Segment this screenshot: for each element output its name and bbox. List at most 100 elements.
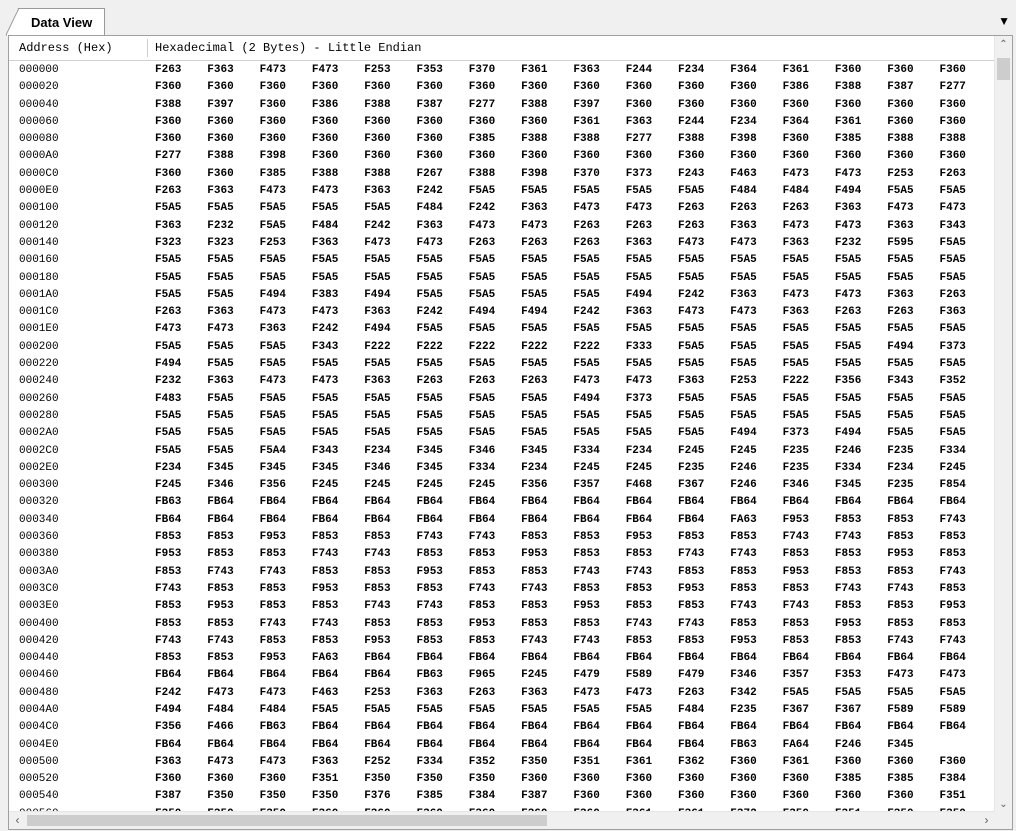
hex-value[interactable]: F5A5 <box>626 252 652 269</box>
hex-value[interactable]: F494 <box>626 287 652 304</box>
hex-value[interactable]: F242 <box>312 321 338 338</box>
hex-value[interactable]: F363 <box>626 114 652 131</box>
hex-value[interactable]: F363 <box>417 218 443 235</box>
hex-value[interactable]: F353 <box>417 62 443 79</box>
hex-value[interactable]: FB64 <box>521 737 547 754</box>
hex-value[interactable]: F345 <box>312 460 338 477</box>
hex-value[interactable]: F5A5 <box>730 321 756 338</box>
hex-value[interactable]: F473 <box>940 200 966 217</box>
hex-value[interactable]: F360 <box>521 771 547 788</box>
hex-value[interactable]: F743 <box>417 598 443 615</box>
hex-value[interactable]: FB64 <box>783 494 809 511</box>
hex-value[interactable]: F473 <box>260 304 286 321</box>
hex-value[interactable]: F334 <box>469 460 495 477</box>
hex-value[interactable]: FB64 <box>312 719 338 736</box>
hex-value[interactable]: F5A5 <box>312 200 338 217</box>
hex-value[interactable]: F5A5 <box>260 425 286 442</box>
hex-value[interactable]: F242 <box>469 200 495 217</box>
hex-value[interactable]: F5A5 <box>364 356 390 373</box>
hex-value[interactable]: F473 <box>573 373 599 390</box>
hex-value[interactable]: F361 <box>783 62 809 79</box>
hex-value[interactable]: F473 <box>940 667 966 684</box>
hex-value[interactable]: F345 <box>417 443 443 460</box>
hex-value[interactable]: F277 <box>626 131 652 148</box>
hex-value[interactable]: F5A5 <box>312 391 338 408</box>
hex-value[interactable]: F360 <box>155 114 181 131</box>
hex-value[interactable]: F350 <box>207 788 233 805</box>
hex-value[interactable]: F853 <box>835 598 861 615</box>
hex-value[interactable]: F342 <box>730 685 756 702</box>
hex-value[interactable]: F5A5 <box>940 408 966 425</box>
hex-value[interactable]: F853 <box>364 616 390 633</box>
hex-value[interactable]: F388 <box>312 166 338 183</box>
hex-value[interactable]: F364 <box>730 62 756 79</box>
hex-value[interactable]: F5A5 <box>469 702 495 719</box>
hex-value[interactable]: F5A5 <box>260 200 286 217</box>
hex-value[interactable]: F350 <box>469 771 495 788</box>
hex-value[interactable]: F263 <box>940 166 966 183</box>
hex-value[interactable]: F343 <box>940 218 966 235</box>
hex-value[interactable]: F360 <box>626 148 652 165</box>
hex-value[interactable]: F5A5 <box>155 287 181 304</box>
hex-value[interactable]: F360 <box>783 771 809 788</box>
hex-value[interactable]: F388 <box>573 131 599 148</box>
hex-value[interactable]: F743 <box>940 564 966 581</box>
hex-value[interactable]: F853 <box>678 529 704 546</box>
hex-value[interactable]: F360 <box>312 131 338 148</box>
hex-value[interactable]: F360 <box>207 79 233 96</box>
hex-value[interactable]: F5A5 <box>730 270 756 287</box>
hex-value[interactable]: F494 <box>364 287 390 304</box>
hex-value[interactable]: FB64 <box>940 494 966 511</box>
hex-value[interactable]: F244 <box>678 114 704 131</box>
hex-value[interactable]: FB64 <box>155 512 181 529</box>
hex-value[interactable]: F5A5 <box>312 408 338 425</box>
hex-value[interactable]: F5A5 <box>260 356 286 373</box>
hex-value[interactable]: F360 <box>312 148 338 165</box>
table-row[interactable]: 000300 F245 F346 F356 F245 F245 F245 F245 F356 F3… <box>9 477 995 494</box>
hex-value[interactable]: F953 <box>730 633 756 650</box>
hex-value[interactable]: F363 <box>835 200 861 217</box>
hex-value[interactable]: F853 <box>155 650 181 667</box>
hex-value[interactable]: F246 <box>730 460 756 477</box>
hex-value[interactable]: F343 <box>312 443 338 460</box>
hex-value[interactable]: F235 <box>678 460 704 477</box>
hex-value[interactable]: F5A5 <box>521 270 547 287</box>
hex-value[interactable]: F5A5 <box>417 321 443 338</box>
hex-value[interactable]: F853 <box>783 633 809 650</box>
hex-value[interactable]: F388 <box>207 148 233 165</box>
hex-value[interactable]: F5A5 <box>260 270 286 287</box>
hex-value[interactable]: F388 <box>469 166 495 183</box>
table-row[interactable]: 000380 F953 F853 F853 F743 F743 F853 F853 F953 F8… <box>9 546 995 563</box>
hex-value[interactable]: F5A5 <box>260 218 286 235</box>
hex-value[interactable]: F387 <box>887 79 913 96</box>
hex-value[interactable]: F743 <box>887 581 913 598</box>
hex-value[interactable]: F5A5 <box>417 408 443 425</box>
hex-value[interactable]: F484 <box>783 183 809 200</box>
hex-value[interactable]: F953 <box>835 616 861 633</box>
hex-value[interactable]: F363 <box>940 304 966 321</box>
table-row[interactable]: 0002A0 F5A5 F5A5 F5A5 F5A5 F5A5 F5A5 F5A5 F5A5 F5… <box>9 425 995 442</box>
hex-value[interactable]: FB64 <box>469 719 495 736</box>
hex-value[interactable]: F5A5 <box>521 702 547 719</box>
hex-value[interactable]: FB64 <box>521 719 547 736</box>
hex-value[interactable]: F743 <box>887 633 913 650</box>
hex-value[interactable]: F363 <box>887 218 913 235</box>
hex-value[interactable]: F743 <box>573 633 599 650</box>
hex-value[interactable]: F357 <box>783 667 809 684</box>
hex-value[interactable]: F494 <box>835 425 861 442</box>
hex-value[interactable]: F245 <box>730 443 756 460</box>
hex-value[interactable]: FB64 <box>207 512 233 529</box>
hex-value[interactable]: F5A5 <box>730 356 756 373</box>
hex-value[interactable]: F953 <box>783 512 809 529</box>
hex-value[interactable]: F242 <box>364 218 390 235</box>
hex-value[interactable]: F743 <box>730 546 756 563</box>
table-row[interactable]: 000320 FB63 FB64 FB64 FB64 FB64 FB64 FB64 FB64 FB… <box>9 494 995 511</box>
hex-value[interactable]: FB64 <box>260 494 286 511</box>
hex-value[interactable]: F853 <box>469 546 495 563</box>
hex-value[interactable]: F853 <box>730 529 756 546</box>
hex-value[interactable]: F346 <box>207 477 233 494</box>
hex-value[interactable]: F5A5 <box>521 391 547 408</box>
hex-value[interactable]: F363 <box>521 685 547 702</box>
hex-value[interactable]: F387 <box>155 788 181 805</box>
hex-value[interactable]: FB64 <box>730 494 756 511</box>
